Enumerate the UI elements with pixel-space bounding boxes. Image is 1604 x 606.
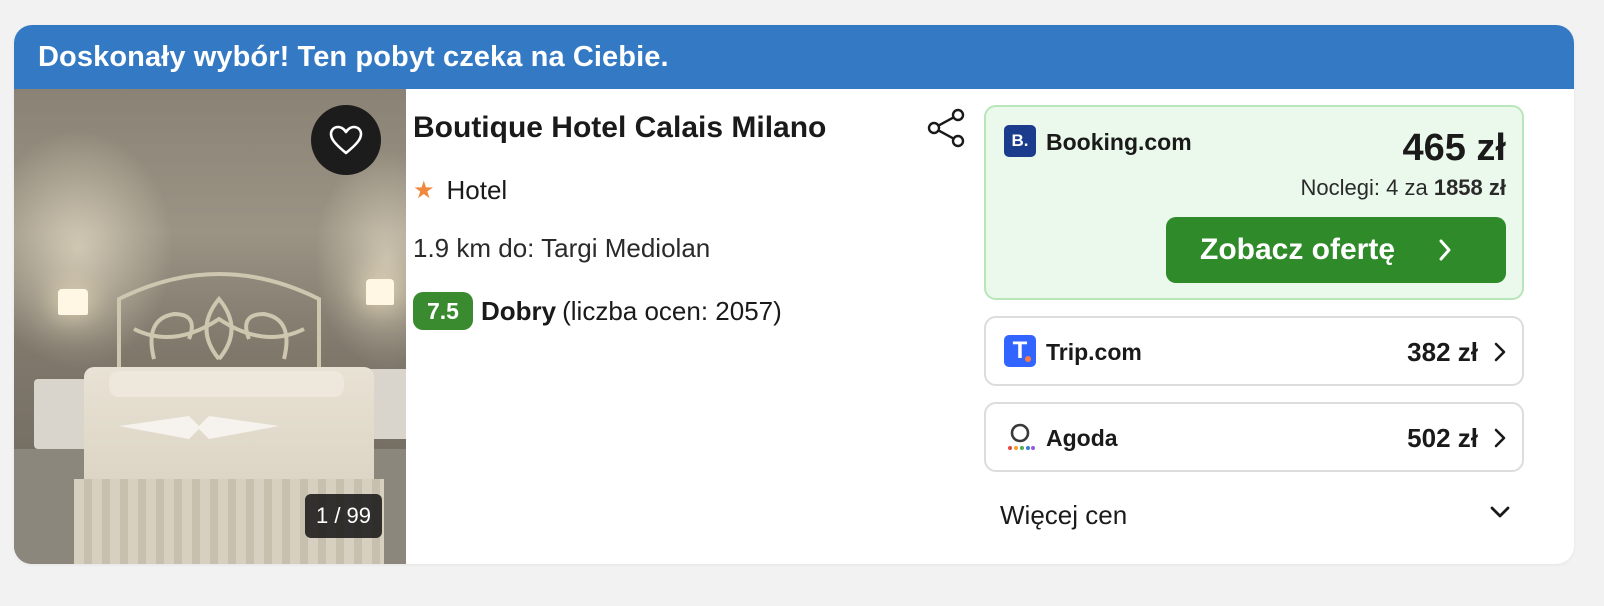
- photo-detail: [366, 279, 394, 305]
- hotel-type-row: ★ Hotel: [413, 175, 507, 206]
- photo-detail: [117, 272, 321, 377]
- heart-icon: [329, 125, 363, 155]
- photo-detail: [314, 149, 406, 369]
- chevron-right-icon: [1494, 342, 1506, 362]
- deal-provider: Trip.com: [1046, 339, 1142, 365]
- promo-banner: Doskonały wybór! Ten pobyt czeka na Cieb…: [14, 25, 1574, 89]
- nights-total: 1858 zł: [1433, 175, 1506, 200]
- view-offer-label: Zobacz ofertę: [1200, 233, 1396, 266]
- photo-detail: [119, 416, 279, 439]
- chevron-right-icon: [1439, 239, 1451, 261]
- rating-score-badge: 7.5: [413, 292, 473, 330]
- hotel-name[interactable]: Boutique Hotel Calais Milano: [413, 111, 826, 145]
- agoda-logo-icon: [1008, 423, 1035, 450]
- hotel-type: Hotel: [446, 175, 508, 205]
- photo-counter: 1 / 99: [305, 494, 382, 538]
- chevron-right-icon: [1494, 428, 1506, 448]
- trip-logo-icon: T: [1004, 335, 1036, 367]
- hotel-distance: 1.9 km do: Targi Mediolan: [413, 233, 711, 263]
- trip-logo-dot: [1025, 356, 1031, 362]
- more-prices-toggle[interactable]: Więcej cen: [984, 484, 1524, 544]
- main-deal-provider: Booking.com: [1046, 129, 1192, 155]
- main-deal-nights: Noclegi: 4 za 1858 zł: [1301, 175, 1506, 201]
- more-prices-label: Więcej cen: [1000, 500, 1128, 530]
- rating-count: (liczba ocen: 2057): [562, 295, 782, 326]
- photo-detail: [58, 289, 88, 315]
- main-deal[interactable]: B. Booking.com 465 zł Noclegi: 4 za 1858…: [984, 105, 1524, 300]
- price-column: B. Booking.com 465 zł Noclegi: 4 za 1858…: [984, 105, 1524, 544]
- nights-prefix: Noclegi: 4 za: [1300, 175, 1428, 200]
- rating-word: Dobry: [480, 295, 557, 326]
- hotel-photo[interactable]: 1 / 99: [14, 89, 406, 564]
- favorite-button[interactable]: [311, 105, 381, 175]
- chevron-down-icon: [1490, 506, 1510, 518]
- star-icon: ★: [413, 177, 435, 204]
- rating-row[interactable]: 7.5 Dobry (liczba ocen: 2057): [413, 292, 782, 330]
- view-offer-button[interactable]: Zobacz ofertę: [1166, 217, 1506, 283]
- deal-row-trip[interactable]: T Trip.com 382 zł: [984, 316, 1524, 386]
- share-icon: [927, 108, 965, 148]
- share-button[interactable]: [925, 107, 967, 149]
- deal-provider: Agoda: [1046, 425, 1118, 451]
- deal-row-agoda[interactable]: Agoda 502 zł: [984, 402, 1524, 472]
- hotel-info: Boutique Hotel Calais Milano ★ Hotel 1.9…: [413, 89, 973, 564]
- photo-detail: [109, 371, 344, 397]
- main-deal-price: 465 zł: [1402, 127, 1506, 169]
- deal-price: 382 zł: [1407, 337, 1478, 367]
- deal-price: 502 zł: [1407, 423, 1478, 453]
- card-body: 1 / 99 Boutique Hotel Calais Milano ★ Ho…: [14, 89, 1574, 564]
- hotel-card: Doskonały wybór! Ten pobyt czeka na Cieb…: [14, 25, 1574, 564]
- booking-logo-icon: B.: [1004, 125, 1036, 157]
